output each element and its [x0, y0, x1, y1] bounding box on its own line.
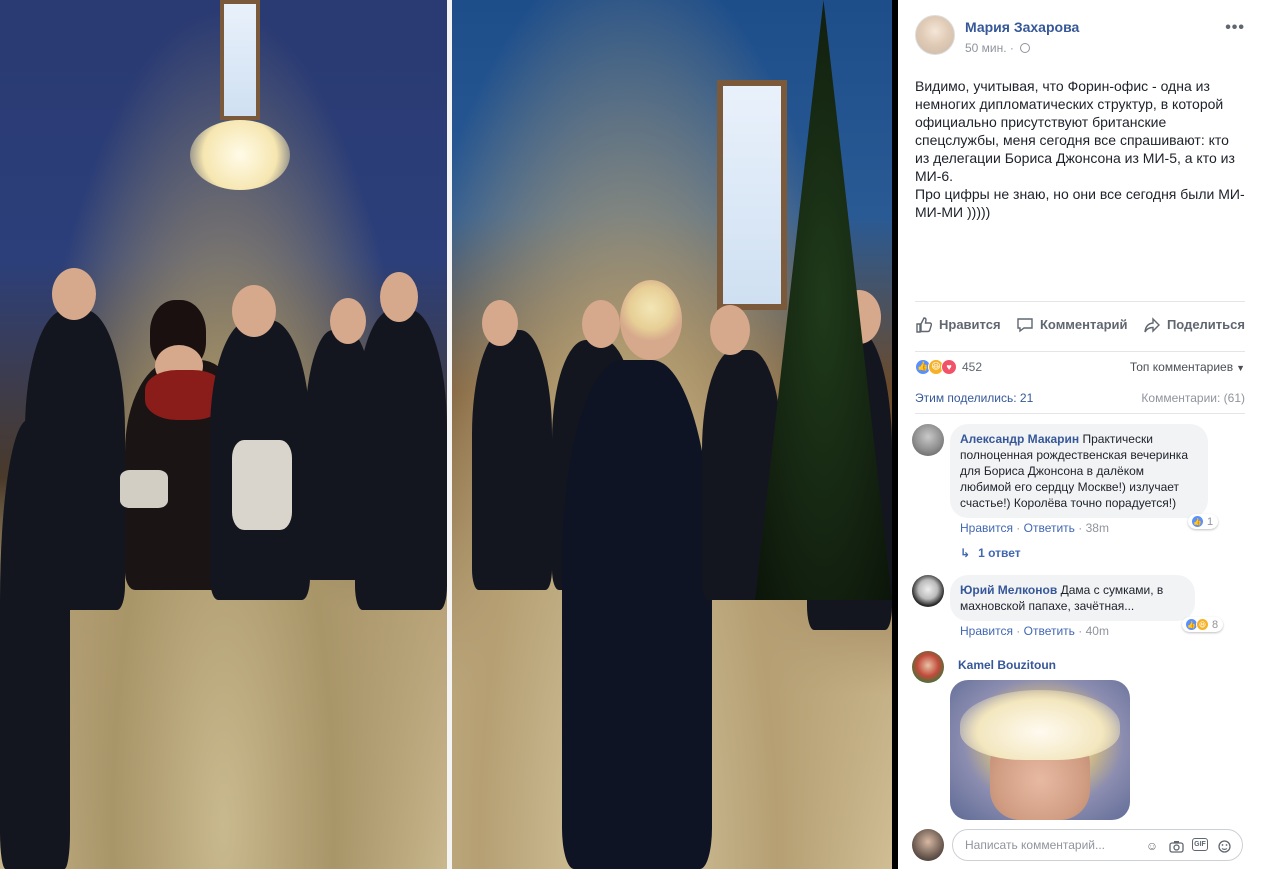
gif-icon[interactable]: GIF	[1192, 838, 1208, 851]
commenter-avatar[interactable]	[912, 651, 944, 683]
commenter-avatar[interactable]	[912, 424, 944, 456]
haha-reaction-icon: 😆	[1196, 618, 1209, 631]
share-icon	[1144, 316, 1160, 333]
comment-text-line: для Бориса Джонсона в далёком	[960, 464, 1145, 478]
reactions-count: 452	[962, 359, 983, 374]
sort-label: Топ комментариев	[1129, 359, 1234, 374]
comment-text-line: махновской папахе, зачётная...	[960, 599, 1135, 613]
person-head	[52, 268, 96, 320]
love-reaction-icon: ♥	[941, 358, 957, 375]
comments-count[interactable]: Комментарии: (61)	[1141, 391, 1245, 405]
person-head	[380, 272, 418, 322]
post-header: Мария Захарова 50 мин. · •••	[915, 15, 1245, 59]
replies-count: 1 ответ	[978, 546, 1021, 560]
comment-time[interactable]: 40m	[1086, 624, 1109, 638]
composer-tools: ☺ GIF	[1144, 838, 1232, 854]
divider	[915, 413, 1245, 414]
camera-icon[interactable]	[1168, 838, 1184, 854]
person-head	[330, 298, 366, 344]
handbag	[232, 440, 292, 530]
comment-text-line: счастье!) Королёва точно порадуется!)	[960, 496, 1177, 510]
commenter-avatar[interactable]	[912, 575, 944, 607]
person-head	[582, 300, 620, 348]
comment-bubble: Юрий Мелконов Дама с сумками, в махновск…	[950, 575, 1195, 621]
person-head	[482, 300, 518, 346]
comment-text-line: полноценная рождественская вечеринка	[960, 448, 1188, 462]
person-head	[620, 280, 682, 360]
more-icon[interactable]: •••	[1225, 19, 1245, 37]
comment-reaction-count: 8	[1212, 618, 1219, 631]
post-paragraph: Видимо, учитывая, что Форин-офис - одна …	[915, 78, 1235, 184]
comment-label: Комментарий	[1039, 317, 1128, 332]
chevron-down-icon: ▼	[1236, 362, 1245, 373]
post-meta: 50 мин. ·	[965, 41, 1031, 55]
chandelier	[190, 120, 290, 190]
comment-text-line: Практически	[1082, 432, 1153, 446]
comment-reply-link[interactable]: Ответить	[1024, 624, 1075, 638]
person-head	[232, 285, 276, 337]
post-text: Видимо, учитывая, что Форин-офис - одна …	[915, 77, 1245, 221]
comment-actions: Нравится · Ответить · 38m	[960, 521, 1109, 535]
comment-bubble: Александр Макарин Практически полноценна…	[950, 424, 1208, 518]
author-avatar[interactable]	[915, 15, 955, 55]
comment-like-link[interactable]: Нравится	[960, 521, 1013, 535]
comment-reply-link[interactable]: Ответить	[1024, 521, 1075, 535]
like-button[interactable]: Нравится	[915, 316, 1001, 334]
commenter-name[interactable]: Александр Макарин	[960, 432, 1079, 446]
commenter-name[interactable]: Kamel Bouzitoun	[958, 658, 1056, 672]
globe-icon[interactable]	[1020, 43, 1031, 53]
comment-text-line: любимой его сердцу Москве!) излучает	[960, 480, 1180, 494]
comment-text-line: Дама с сумками, в	[1060, 583, 1164, 597]
comment: Kamel Bouzitoun	[912, 651, 1245, 683]
author-name[interactable]: Мария Захарова	[965, 19, 1079, 35]
like-label: Нравится	[939, 317, 1001, 332]
hair-image	[960, 690, 1120, 760]
comment-header: Kamel Bouzitoun	[958, 658, 1056, 672]
share-label: Поделиться	[1166, 317, 1245, 332]
comment: Александр Макарин Практически полноценна…	[912, 424, 1245, 574]
comment-button[interactable]: Комментарий	[1016, 316, 1128, 334]
comment-actions: Нравится · Ответить · 40m	[960, 624, 1109, 638]
comment-reactions[interactable]: 👍 1	[1188, 514, 1219, 529]
reply-arrow-icon: ↳	[960, 546, 971, 560]
window	[220, 0, 260, 120]
post-time[interactable]: 50 мин. ·	[965, 41, 1014, 55]
reactions-summary[interactable]: 👍 😆 ♥ 452	[915, 358, 983, 375]
person	[355, 310, 447, 610]
emoji-icon[interactable]: ☺	[1144, 838, 1160, 854]
view-replies-link[interactable]: ↳ 1 ответ	[960, 546, 1021, 560]
person-center	[562, 360, 712, 869]
person	[472, 330, 552, 590]
shares-link[interactable]: Этим поделились: 21	[915, 391, 1033, 405]
comment-sort-dropdown[interactable]: Топ комментариев ▼	[1130, 360, 1245, 374]
comment-like-link[interactable]: Нравится	[960, 624, 1013, 638]
photo-panel-left	[0, 0, 447, 869]
reactions-bar: 👍 😆 ♥ 452 Топ комментариев ▼	[915, 351, 1245, 375]
comment-time[interactable]: 38m	[1086, 521, 1109, 535]
handbag	[120, 470, 168, 508]
share-button[interactable]: Поделиться	[1143, 316, 1245, 334]
sticker-icon[interactable]	[1216, 838, 1232, 854]
comment: Юрий Мелконов Дама с сумками, в махновск…	[912, 575, 1245, 645]
comment-reactions[interactable]: 👍 😆 8	[1182, 617, 1224, 632]
commenter-name[interactable]: Юрий Мелконов	[960, 583, 1057, 597]
comment-composer: Написать комментарий... ☺ GIF	[912, 827, 1245, 861]
post-actions: Нравится Комментарий Поделиться	[915, 301, 1245, 345]
post-paragraph: Про цифры не знаю, но они все сегодня бы…	[915, 186, 1245, 220]
current-user-avatar[interactable]	[912, 829, 944, 861]
comment-icon	[1017, 317, 1033, 332]
post-sidebar: Мария Захарова 50 мин. · ••• Видимо, учи…	[898, 0, 1261, 869]
shares-row: Этим поделились: 21 Комментарии: (61)	[915, 391, 1245, 405]
like-icon	[916, 316, 933, 333]
comment-input[interactable]: Написать комментарий... ☺ GIF	[952, 829, 1243, 861]
person	[0, 420, 70, 869]
comment-image[interactable]	[950, 680, 1130, 820]
window	[717, 80, 787, 310]
like-reaction-icon: 👍	[1191, 515, 1204, 528]
comment-reaction-count: 1	[1207, 515, 1214, 528]
comment-input-placeholder: Написать комментарий...	[965, 838, 1106, 852]
post-photo[interactable]	[0, 0, 898, 869]
person-head	[710, 305, 750, 355]
